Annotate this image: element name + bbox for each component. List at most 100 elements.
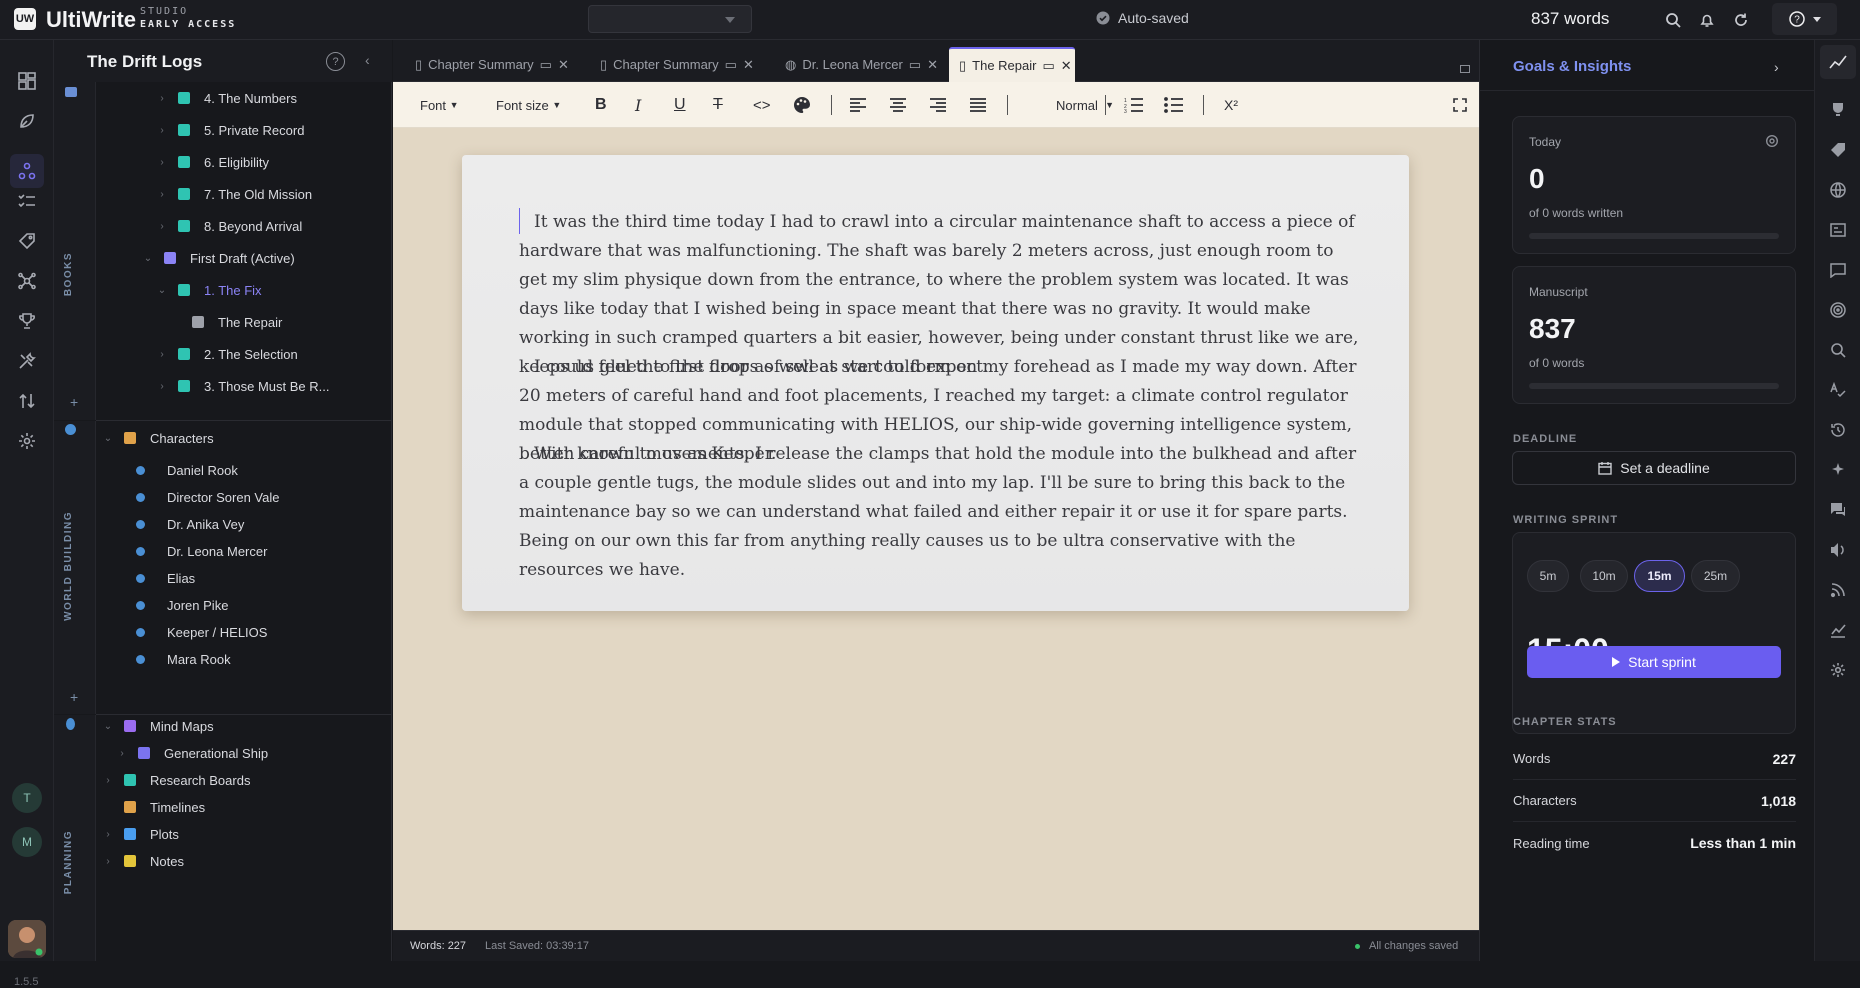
editor-paragraph-3[interactable]: With careful movements, I release the cl… bbox=[519, 440, 1359, 585]
tree-item[interactable]: › 6. Eligibility bbox=[156, 146, 269, 178]
trophy-icon[interactable] bbox=[14, 308, 40, 334]
project-select[interactable] bbox=[588, 5, 752, 33]
id-card-icon[interactable] bbox=[1827, 219, 1849, 241]
restore-window-icon[interactable] bbox=[1460, 65, 1470, 73]
leaf-icon[interactable] bbox=[14, 108, 40, 134]
speaker-icon[interactable] bbox=[1827, 539, 1849, 561]
analytics-icon[interactable] bbox=[1827, 619, 1849, 641]
close-icon[interactable]: ✕ bbox=[743, 57, 754, 73]
tree-item[interactable]: The Repair bbox=[170, 306, 282, 338]
hub-icon[interactable] bbox=[14, 268, 40, 294]
font-select[interactable]: Font ▼ bbox=[420, 82, 459, 128]
tree-item[interactable]: ⌄ First Draft (Active) bbox=[142, 242, 295, 274]
spellcheck-icon[interactable] bbox=[1827, 379, 1849, 401]
profile-avatar[interactable] bbox=[8, 920, 46, 958]
add-world-item-button[interactable]: + bbox=[70, 689, 78, 705]
search-icon[interactable] bbox=[1661, 8, 1685, 32]
sort-arrows-icon[interactable] bbox=[14, 388, 40, 414]
chevron-right-icon[interactable]: › bbox=[156, 157, 168, 168]
ordered-list-icon[interactable]: 123 bbox=[1124, 82, 1144, 128]
tree-item[interactable]: › 2. The Selection bbox=[156, 338, 297, 370]
tag-icon[interactable] bbox=[1827, 139, 1849, 161]
close-icon[interactable]: ✕ bbox=[927, 57, 938, 73]
bullet-list-icon[interactable] bbox=[1164, 82, 1184, 128]
strikethrough-icon[interactable]: T bbox=[713, 82, 723, 128]
tab-dr-leona-mercer[interactable]: ◍ Dr. Leona Mercer ▭ ✕ bbox=[775, 47, 947, 82]
bold-icon[interactable]: B bbox=[595, 82, 607, 128]
chevron-down-icon[interactable]: ⌄ bbox=[142, 253, 154, 264]
align-right-icon[interactable] bbox=[929, 82, 947, 128]
tree-item[interactable]: › Notes bbox=[102, 845, 184, 877]
sparkle-icon[interactable] bbox=[1827, 459, 1849, 481]
collapse-sidebar-chevron-icon[interactable]: ‹ bbox=[365, 52, 370, 68]
fullscreen-icon[interactable] bbox=[1453, 82, 1467, 128]
palette-icon[interactable] bbox=[793, 82, 811, 128]
help-icon[interactable]: ? bbox=[326, 52, 345, 71]
close-icon[interactable]: ✕ bbox=[558, 57, 569, 73]
tree-item[interactable]: › 8. Beyond Arrival bbox=[156, 210, 302, 242]
rss-icon[interactable] bbox=[1827, 579, 1849, 601]
sprint-10m-chip[interactable]: 10m bbox=[1580, 560, 1628, 592]
tree-item[interactable]: › 7. The Old Mission bbox=[156, 178, 312, 210]
settings-gear-icon[interactable] bbox=[1827, 659, 1849, 681]
sprint-5m-chip[interactable]: 5m bbox=[1527, 560, 1569, 592]
history-icon[interactable] bbox=[1827, 419, 1849, 441]
chevron-right-icon[interactable]: › bbox=[156, 125, 168, 136]
sprint-25m-chip[interactable]: 25m bbox=[1691, 560, 1740, 592]
tree-item[interactable]: › 4. The Numbers bbox=[156, 82, 297, 114]
tab-chapter-summary-2[interactable]: ▯ Chapter Summary ▭ ✕ bbox=[590, 47, 762, 82]
help-menu-button[interactable]: ? bbox=[1772, 3, 1837, 35]
tree-item[interactable]: › 5. Private Record bbox=[156, 114, 304, 146]
insights-chart-icon[interactable] bbox=[1827, 51, 1849, 73]
chevron-right-icon[interactable]: › bbox=[156, 349, 168, 360]
chevron-right-icon[interactable]: › bbox=[116, 748, 128, 759]
align-justify-icon[interactable] bbox=[969, 82, 987, 128]
checklist-icon[interactable] bbox=[14, 188, 40, 214]
tree-item[interactable]: › 3. Those Must Be R... bbox=[156, 370, 329, 402]
search-icon[interactable] bbox=[1827, 339, 1849, 361]
characters-folder[interactable]: ⌄ Characters bbox=[102, 422, 214, 454]
tree-item[interactable]: ⌄ 1. The Fix bbox=[156, 274, 262, 306]
chevron-right-icon[interactable]: › bbox=[102, 829, 114, 840]
chat-icon[interactable] bbox=[1827, 499, 1849, 521]
italic-icon[interactable]: I bbox=[635, 82, 641, 128]
set-deadline-button[interactable]: Set a deadline bbox=[1512, 451, 1796, 485]
bell-icon[interactable] bbox=[1695, 8, 1719, 32]
editor-page[interactable]: It was the third time today I had to cra… bbox=[462, 155, 1409, 611]
panel-chevron-right-icon[interactable]: › bbox=[1774, 59, 1779, 75]
chevron-down-icon[interactable]: ⌄ bbox=[102, 721, 114, 732]
tab-chapter-summary-1[interactable]: ▯ Chapter Summary ▭ ✕ bbox=[405, 47, 577, 82]
network-icon[interactable] bbox=[10, 154, 44, 188]
chevron-right-icon[interactable]: › bbox=[102, 856, 114, 867]
tools-icon[interactable] bbox=[14, 348, 40, 374]
chevron-right-icon[interactable]: › bbox=[156, 93, 168, 104]
globe-icon[interactable] bbox=[1827, 179, 1849, 201]
chevron-down-icon[interactable]: ⌄ bbox=[102, 433, 114, 444]
superscript-icon[interactable]: X² bbox=[1224, 82, 1238, 128]
dashboard-icon[interactable] bbox=[14, 68, 40, 94]
target-icon[interactable] bbox=[1827, 299, 1849, 321]
character-item[interactable]: Mara Rook bbox=[130, 643, 231, 675]
chevron-right-icon[interactable]: › bbox=[156, 221, 168, 232]
chevron-right-icon[interactable]: › bbox=[102, 775, 114, 786]
chevron-down-icon[interactable]: ⌄ bbox=[156, 285, 168, 296]
tag-icon[interactable] bbox=[14, 228, 40, 254]
tab-the-repair[interactable]: ▯ The Repair ▭ ✕ bbox=[949, 47, 1075, 82]
font-size-select[interactable]: Font size ▼ bbox=[496, 82, 561, 128]
settings-gear-icon[interactable] bbox=[14, 428, 40, 454]
add-book-button[interactable]: + bbox=[70, 394, 78, 410]
underline-icon[interactable]: U bbox=[674, 82, 686, 128]
chevron-right-icon[interactable]: › bbox=[156, 189, 168, 200]
user-avatar-m[interactable]: M bbox=[12, 827, 42, 857]
code-icon[interactable]: <> bbox=[753, 82, 771, 128]
trophy-icon[interactable] bbox=[1827, 99, 1849, 121]
user-avatar-t[interactable]: T bbox=[12, 783, 42, 813]
sprint-15m-chip[interactable]: 15m bbox=[1634, 560, 1685, 592]
start-sprint-button[interactable]: Start sprint bbox=[1527, 646, 1781, 678]
align-center-icon[interactable] bbox=[889, 82, 907, 128]
close-icon[interactable]: ✕ bbox=[1061, 58, 1072, 74]
refresh-icon[interactable] bbox=[1729, 8, 1753, 32]
chevron-right-icon[interactable]: › bbox=[156, 381, 168, 392]
comment-icon[interactable] bbox=[1827, 259, 1849, 281]
gear-icon[interactable] bbox=[1765, 134, 1779, 148]
